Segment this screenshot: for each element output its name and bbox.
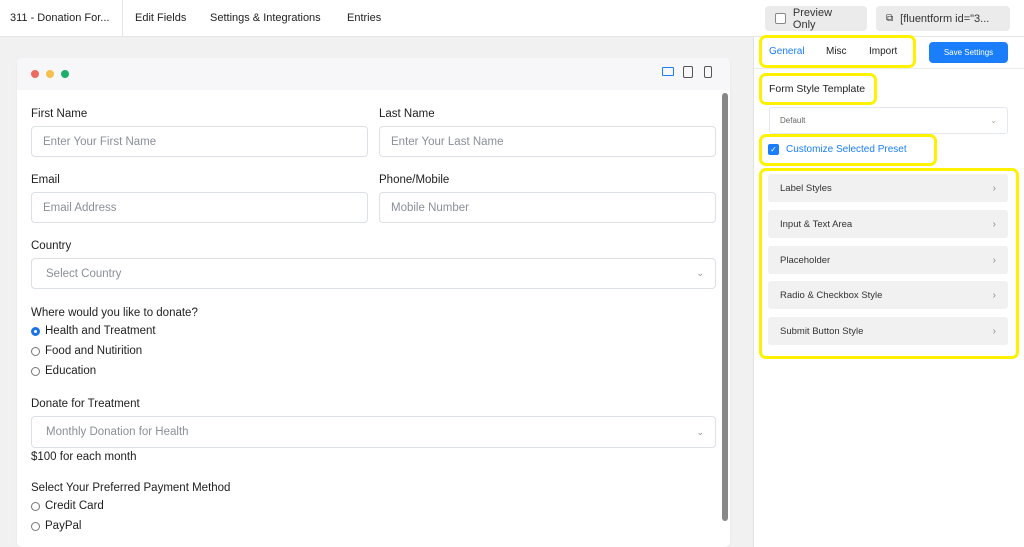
first-name-input[interactable]: Enter Your First Name bbox=[31, 126, 368, 157]
chevron-down-icon: ⌄ bbox=[990, 116, 997, 125]
shortcode-copy-button[interactable]: ⧉ [fluentform id="3... bbox=[876, 6, 1010, 31]
preview-only-toggle[interactable]: Preview Only bbox=[765, 6, 867, 31]
mobile-icon[interactable] bbox=[704, 66, 712, 78]
chevron-down-icon: ⌄ bbox=[696, 268, 704, 278]
tab-import[interactable]: Import bbox=[869, 46, 897, 57]
chevron-right-icon: › bbox=[992, 289, 996, 301]
radio-label: Education bbox=[45, 365, 97, 377]
radio-label: Food and Nutirition bbox=[45, 345, 143, 357]
checkbox-icon bbox=[775, 13, 786, 24]
divider bbox=[754, 68, 1024, 69]
save-settings-button[interactable]: Save Settings bbox=[929, 42, 1008, 63]
section-title: Submit Button Style bbox=[780, 325, 864, 337]
nav-edit-fields[interactable]: Edit Fields bbox=[135, 12, 186, 24]
section-placeholder[interactable]: Placeholder › bbox=[768, 246, 1008, 274]
radio-label: Health and Treatment bbox=[45, 325, 156, 337]
phone-input[interactable]: Mobile Number bbox=[379, 192, 716, 223]
section-title: Input & Text Area bbox=[780, 218, 853, 230]
donate-treatment-value: Monthly Donation for Health bbox=[46, 426, 189, 438]
radio-education[interactable]: Education bbox=[31, 365, 96, 377]
template-value: Default bbox=[780, 116, 806, 125]
donate-treatment-select[interactable]: Monthly Donation for Health ⌄ bbox=[31, 416, 716, 448]
last-name-input[interactable]: Enter Your Last Name bbox=[379, 126, 716, 157]
section-title: Label Styles bbox=[780, 182, 832, 194]
chevron-right-icon: › bbox=[992, 325, 996, 337]
copy-icon: ⧉ bbox=[886, 13, 894, 24]
email-input[interactable]: Email Address bbox=[31, 192, 368, 223]
radio-label: PayPal bbox=[45, 520, 82, 532]
maximize-dot-icon bbox=[61, 70, 69, 78]
template-select[interactable]: Default ⌄ bbox=[769, 107, 1008, 134]
shortcode-label: [fluentform id="3... bbox=[900, 12, 990, 25]
radio-icon bbox=[31, 501, 40, 511]
payment-label: Select Your Preferred Payment Method bbox=[31, 482, 231, 494]
chevron-right-icon: › bbox=[992, 182, 996, 194]
form-title[interactable]: 311 - Donation For... bbox=[10, 12, 109, 24]
section-label-styles[interactable]: Label Styles › bbox=[768, 174, 1008, 202]
section-input-text-area[interactable]: Input & Text Area › bbox=[768, 210, 1008, 238]
nav-entries[interactable]: Entries bbox=[347, 12, 381, 24]
tab-general[interactable]: General bbox=[769, 46, 805, 57]
section-submit-button-style[interactable]: Submit Button Style › bbox=[768, 317, 1008, 345]
donate-where-label: Where would you like to donate? bbox=[31, 307, 198, 319]
preview-header bbox=[17, 58, 730, 90]
last-name-label: Last Name bbox=[379, 108, 435, 120]
chevron-right-icon: › bbox=[992, 254, 996, 266]
nav-settings-integrations[interactable]: Settings & Integrations bbox=[210, 12, 321, 24]
radio-credit-card[interactable]: Credit Card bbox=[31, 500, 104, 512]
chevron-right-icon: › bbox=[992, 218, 996, 230]
radio-icon bbox=[31, 366, 40, 376]
radio-health[interactable]: Health and Treatment bbox=[31, 325, 156, 337]
tablet-icon[interactable] bbox=[683, 66, 693, 78]
checkbox-checked-icon: ✓ bbox=[768, 144, 779, 155]
phone-label: Phone/Mobile bbox=[379, 174, 450, 186]
scrollbar[interactable] bbox=[722, 93, 728, 521]
donate-help-text: $100 for each month bbox=[31, 451, 137, 463]
radio-icon bbox=[31, 521, 40, 531]
preview-only-label: Preview Only bbox=[792, 6, 833, 31]
email-label: Email bbox=[31, 174, 60, 186]
country-label: Country bbox=[31, 240, 72, 252]
customize-preset-checkbox[interactable]: ✓ Customize Selected Preset bbox=[768, 144, 907, 155]
radio-food[interactable]: Food and Nutirition bbox=[31, 345, 142, 357]
minimize-dot-icon bbox=[46, 70, 54, 78]
close-dot-icon bbox=[31, 70, 39, 78]
radio-paypal[interactable]: PayPal bbox=[31, 520, 81, 532]
tab-misc[interactable]: Misc bbox=[826, 46, 847, 57]
country-value: Select Country bbox=[46, 267, 122, 280]
customize-label: Customize Selected Preset bbox=[786, 144, 907, 155]
section-radio-checkbox-style[interactable]: Radio & Checkbox Style › bbox=[768, 281, 1008, 309]
section-title: Radio & Checkbox Style bbox=[780, 289, 883, 301]
donate-treatment-label: Donate for Treatment bbox=[31, 398, 140, 410]
radio-checked-icon bbox=[31, 326, 40, 336]
desktop-icon[interactable] bbox=[662, 67, 674, 76]
country-select[interactable]: Select Country ⌄ bbox=[31, 258, 716, 289]
divider bbox=[122, 0, 123, 37]
section-title: Placeholder bbox=[780, 254, 831, 266]
radio-label: Credit Card bbox=[45, 500, 104, 512]
template-label: Form Style Template bbox=[769, 83, 866, 95]
chevron-down-icon: ⌄ bbox=[696, 426, 704, 437]
first-name-label: First Name bbox=[31, 108, 88, 120]
radio-icon bbox=[31, 346, 40, 356]
